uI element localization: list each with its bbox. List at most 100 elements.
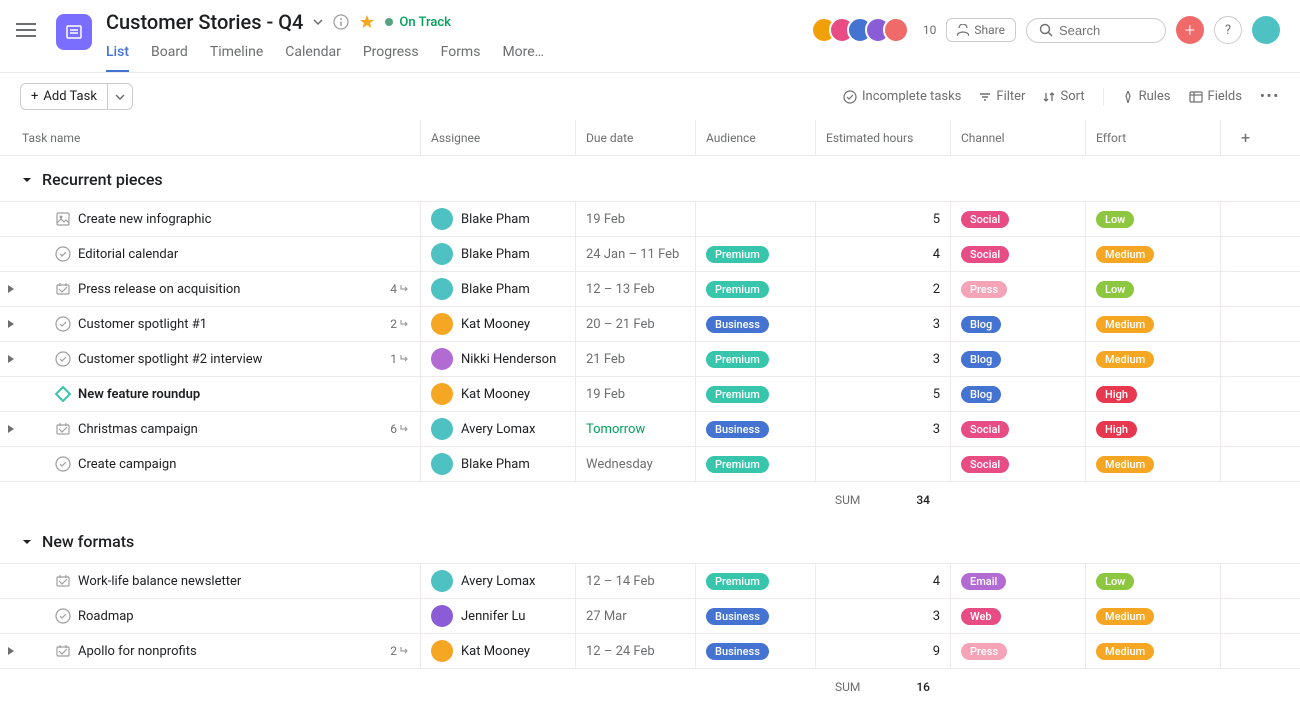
more-actions-button[interactable]: ••• — [1260, 89, 1280, 104]
channel-cell[interactable]: Blog — [950, 377, 1085, 411]
fields-button[interactable]: Fields — [1189, 89, 1242, 104]
effort-cell[interactable]: Medium — [1085, 599, 1220, 633]
effort-cell[interactable]: High — [1085, 377, 1220, 411]
tab-calendar[interactable]: Calendar — [285, 44, 341, 72]
task-title[interactable]: Work-life balance newsletter — [74, 574, 412, 589]
tab-progress[interactable]: Progress — [363, 44, 419, 72]
me-avatar[interactable] — [1252, 16, 1280, 44]
audience-cell[interactable]: Premium — [695, 342, 815, 376]
add-task-button[interactable]: + Add Task — [20, 83, 108, 110]
channel-cell[interactable]: Press — [950, 634, 1085, 668]
estimated-hours-cell[interactable]: 3 — [815, 599, 950, 633]
task-row[interactable]: Roadmap Jennifer Lu 27 Mar Business 3 We… — [0, 598, 1300, 634]
assignee-cell[interactable]: Blake Pham — [420, 237, 575, 271]
due-date-cell[interactable]: 19 Feb — [575, 377, 695, 411]
milestone-icon[interactable] — [52, 421, 74, 437]
effort-cell[interactable]: Medium — [1085, 447, 1220, 481]
estimated-hours-cell[interactable]: 3 — [815, 412, 950, 446]
tab-more[interactable]: More… — [502, 44, 544, 72]
due-date-cell[interactable]: Wednesday — [575, 447, 695, 481]
effort-cell[interactable]: Low — [1085, 564, 1220, 598]
estimated-hours-cell[interactable]: 5 — [815, 202, 950, 236]
rules-button[interactable]: Rules — [1122, 89, 1171, 104]
assignee-cell[interactable]: Kat Mooney — [420, 377, 575, 411]
channel-cell[interactable]: Social — [950, 412, 1085, 446]
channel-cell[interactable]: Social — [950, 447, 1085, 481]
channel-cell[interactable]: Blog — [950, 307, 1085, 341]
due-date-cell[interactable]: 12 – 14 Feb — [575, 564, 695, 598]
assignee-cell[interactable]: Avery Lomax — [420, 412, 575, 446]
task-title[interactable]: Christmas campaign — [74, 422, 382, 437]
assignee-cell[interactable]: Blake Pham — [420, 202, 575, 236]
audience-cell[interactable]: Business — [695, 307, 815, 341]
image-icon[interactable] — [52, 211, 74, 227]
expand-subtasks-icon[interactable] — [0, 646, 22, 656]
section-collapse-icon[interactable] — [22, 170, 32, 189]
audience-cell[interactable] — [695, 202, 815, 236]
due-date-cell[interactable]: 27 Mar — [575, 599, 695, 633]
channel-cell[interactable]: Press — [950, 272, 1085, 306]
check-icon[interactable] — [52, 608, 74, 624]
channel-cell[interactable]: Social — [950, 202, 1085, 236]
task-row[interactable]: Christmas campaign 6 Avery Lomax Tomorro… — [0, 411, 1300, 447]
assignee-cell[interactable]: Nikki Henderson — [420, 342, 575, 376]
estimated-hours-cell[interactable]: 2 — [815, 272, 950, 306]
member-avatar[interactable] — [883, 17, 909, 43]
task-row[interactable]: Customer spotlight #2 interview 1 Nikki … — [0, 341, 1300, 377]
effort-cell[interactable]: Medium — [1085, 307, 1220, 341]
channel-cell[interactable]: Blog — [950, 342, 1085, 376]
audience-cell[interactable]: Business — [695, 634, 815, 668]
sort-button[interactable]: Sort — [1043, 89, 1084, 104]
audience-cell[interactable]: Premium — [695, 237, 815, 271]
column-header[interactable]: Assignee — [420, 120, 575, 155]
tab-timeline[interactable]: Timeline — [210, 44, 263, 72]
effort-cell[interactable]: Low — [1085, 272, 1220, 306]
task-title[interactable]: Press release on acquisition — [74, 282, 382, 297]
milestone-icon[interactable] — [52, 643, 74, 659]
global-add-button[interactable]: + — [1176, 16, 1204, 44]
column-header[interactable]: Channel — [950, 120, 1085, 155]
due-date-cell[interactable]: 12 – 13 Feb — [575, 272, 695, 306]
project-title[interactable]: Customer Stories - Q4 — [106, 10, 303, 34]
menu-toggle-icon[interactable] — [16, 22, 36, 38]
due-date-cell[interactable]: 12 – 24 Feb — [575, 634, 695, 668]
channel-cell[interactable]: Email — [950, 564, 1085, 598]
task-row[interactable]: Create campaign Blake Pham Wednesday Pre… — [0, 446, 1300, 482]
star-icon[interactable] — [359, 14, 375, 30]
status-chip[interactable]: On Track — [385, 15, 451, 30]
column-header[interactable]: Audience — [695, 120, 815, 155]
column-header[interactable]: Due date — [575, 120, 695, 155]
check-icon[interactable] — [52, 246, 74, 262]
section-header[interactable]: New formats — [0, 532, 1270, 551]
filter-button[interactable]: Filter — [979, 89, 1025, 104]
due-date-cell[interactable]: 21 Feb — [575, 342, 695, 376]
share-button[interactable]: Share — [946, 18, 1016, 42]
effort-cell[interactable]: Medium — [1085, 342, 1220, 376]
tab-forms[interactable]: Forms — [441, 44, 481, 72]
channel-cell[interactable]: Web — [950, 599, 1085, 633]
estimated-hours-cell[interactable]: 5 — [815, 377, 950, 411]
assignee-cell[interactable]: Avery Lomax — [420, 564, 575, 598]
milestone-icon[interactable] — [52, 573, 74, 589]
channel-cell[interactable]: Social — [950, 237, 1085, 271]
task-title[interactable]: Customer spotlight #1 — [74, 317, 382, 332]
task-row[interactable]: Apollo for nonprofits 2 Kat Mooney 12 – … — [0, 633, 1300, 669]
section-header[interactable]: Recurrent pieces — [0, 170, 1270, 189]
task-title[interactable]: Apollo for nonprofits — [74, 644, 382, 659]
estimated-hours-cell[interactable]: 3 — [815, 307, 950, 341]
task-title[interactable]: Create campaign — [74, 457, 412, 472]
task-row[interactable]: Press release on acquisition 4 Blake Pha… — [0, 271, 1300, 307]
estimated-hours-cell[interactable]: 4 — [815, 237, 950, 271]
column-header[interactable]: Estimated hours — [815, 120, 950, 155]
audience-cell[interactable]: Business — [695, 599, 815, 633]
diamond-icon[interactable] — [52, 386, 74, 402]
due-date-cell[interactable]: 20 – 21 Feb — [575, 307, 695, 341]
task-row[interactable]: Work-life balance newsletter Avery Lomax… — [0, 563, 1300, 599]
tab-board[interactable]: Board — [151, 44, 188, 72]
task-title[interactable]: Editorial calendar — [74, 247, 412, 262]
help-button[interactable]: ? — [1214, 16, 1242, 44]
audience-cell[interactable]: Premium — [695, 272, 815, 306]
info-icon[interactable] — [333, 14, 349, 30]
search-box[interactable] — [1026, 18, 1166, 43]
section-collapse-icon[interactable] — [22, 532, 32, 551]
